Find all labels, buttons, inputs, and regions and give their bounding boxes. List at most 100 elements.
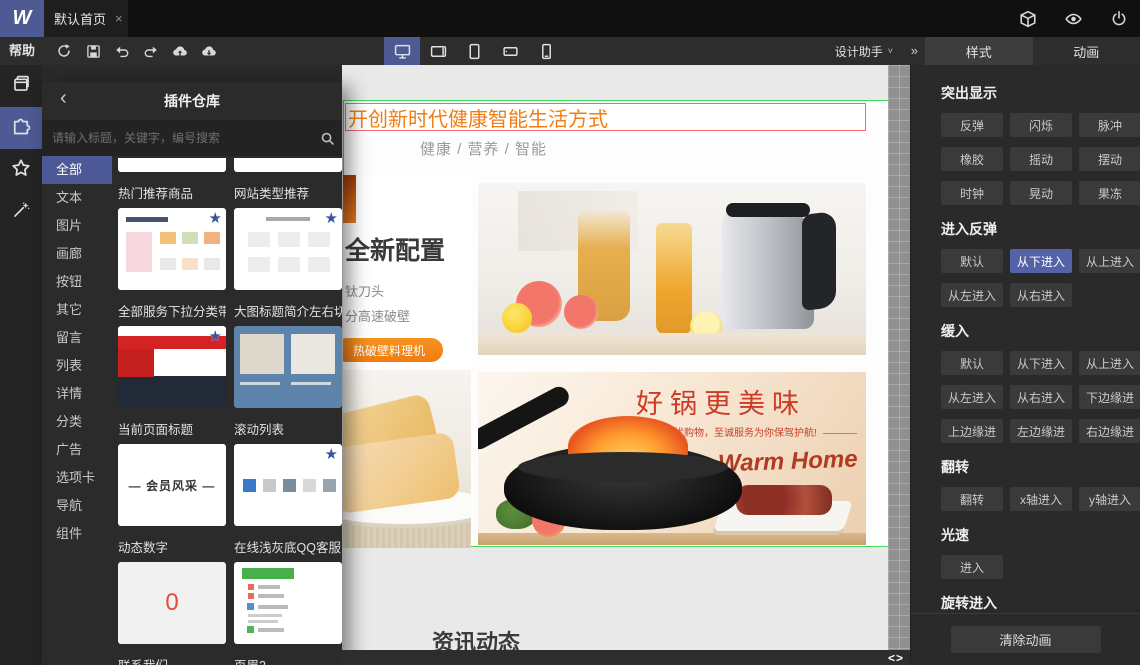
category-分类[interactable]: 分类 bbox=[42, 408, 112, 436]
anim-button-从下进入[interactable]: 从下进入 bbox=[1010, 351, 1072, 375]
category-全部[interactable]: 全部 bbox=[42, 156, 112, 184]
plugin-card-preview[interactable]: ★ bbox=[234, 208, 342, 290]
tab-animation[interactable]: 动画 bbox=[1033, 37, 1140, 65]
anim-button-左边缘进[interactable]: 左边缘进 bbox=[1010, 419, 1072, 443]
page-tab[interactable]: 默认首页 × bbox=[44, 0, 128, 37]
back-chevron-icon[interactable]: ‹ bbox=[60, 87, 67, 110]
app-root: W 默认首页 × 帮助 设计助手 ˅ » 样式 动画 开创新时代健康智能生活方式… bbox=[0, 0, 1140, 665]
sidebar-item-tools[interactable] bbox=[0, 191, 42, 233]
cloud-upload-icon[interactable] bbox=[171, 42, 189, 60]
plugin-item[interactable]: 页眉2 bbox=[234, 644, 342, 665]
anim-button-时钟[interactable]: 时钟 bbox=[941, 181, 1003, 205]
category-其它[interactable]: 其它 bbox=[42, 296, 112, 324]
anim-button-摇动[interactable]: 摇动 bbox=[1010, 147, 1072, 171]
category-图片[interactable]: 图片 bbox=[42, 212, 112, 240]
sidebar-item-pages[interactable] bbox=[0, 65, 42, 107]
anim-button-从左进入[interactable]: 从左进入 bbox=[941, 283, 1003, 307]
canvas-scrollbar[interactable] bbox=[888, 65, 910, 650]
design-assistant-dropdown[interactable]: 设计助手 ˅ bbox=[835, 37, 893, 65]
device-phone-landscape-button[interactable] bbox=[492, 37, 528, 65]
anim-button-晃动[interactable]: 晃动 bbox=[1010, 181, 1072, 205]
save-icon[interactable] bbox=[84, 42, 102, 60]
clear-animation-button[interactable]: 清除动画 bbox=[950, 626, 1101, 653]
help-button[interactable]: 帮助 bbox=[9, 37, 35, 65]
collapse-panel-button[interactable]: » bbox=[911, 37, 918, 65]
power-icon[interactable] bbox=[1110, 10, 1128, 28]
category-画廊[interactable]: 画廊 bbox=[42, 240, 112, 268]
anim-button-从左进入[interactable]: 从左进入 bbox=[941, 385, 1003, 409]
plugin-card-partial[interactable] bbox=[234, 158, 342, 172]
device-tablet-portrait-button[interactable] bbox=[456, 37, 492, 65]
device-desktop-button[interactable] bbox=[384, 37, 420, 65]
product-button[interactable]: 热破壁料理机 bbox=[343, 338, 443, 362]
code-view-icon[interactable]: <> bbox=[888, 651, 904, 665]
category-文本[interactable]: 文本 bbox=[42, 184, 112, 212]
category-选项卡[interactable]: 选项卡 bbox=[42, 464, 112, 492]
anim-button-从上进入[interactable]: 从上进入 bbox=[1079, 351, 1140, 375]
design-canvas[interactable]: 开创新时代健康智能生活方式 健康 / 营养 / 智能 全新配置 钛刀头 分高速破… bbox=[342, 65, 910, 650]
plugin-item[interactable]: 全部服务下拉分类带... ★ bbox=[118, 290, 226, 408]
wok-banner-image[interactable]: 好锅更美味 无忧购物，至诚服务为你保驾护航! Warm Home bbox=[478, 372, 866, 545]
anim-button-从右进入[interactable]: 从右进入 bbox=[1010, 283, 1072, 307]
category-按钮[interactable]: 按钮 bbox=[42, 268, 112, 296]
plugin-card-preview[interactable]: ★ bbox=[118, 326, 226, 408]
anim-button-脉冲[interactable]: 脉冲 bbox=[1079, 113, 1140, 137]
device-phone-portrait-button[interactable] bbox=[528, 37, 564, 65]
undo-icon[interactable] bbox=[113, 42, 131, 60]
anim-button-橡胶[interactable]: 橡胶 bbox=[941, 147, 1003, 171]
plugin-item[interactable]: 联系我们 bbox=[118, 644, 226, 665]
anim-button-默认[interactable]: 默认 bbox=[941, 249, 1003, 273]
sidebar-item-favorites[interactable] bbox=[0, 149, 42, 191]
anim-button-反弹[interactable]: 反弹 bbox=[941, 113, 1003, 137]
anim-button-默认[interactable]: 默认 bbox=[941, 351, 1003, 375]
category-组件[interactable]: 组件 bbox=[42, 520, 112, 548]
toast-image[interactable] bbox=[343, 370, 471, 548]
cloud-download-icon[interactable] bbox=[200, 42, 218, 60]
anim-button-右边缘进[interactable]: 右边缘进 bbox=[1079, 419, 1140, 443]
anim-button-从右进入[interactable]: 从右进入 bbox=[1010, 385, 1072, 409]
anim-button-进入[interactable]: 进入 bbox=[941, 555, 1003, 579]
category-导航[interactable]: 导航 bbox=[42, 492, 112, 520]
anim-button-下边缘进[interactable]: 下边缘进 bbox=[1079, 385, 1140, 409]
anim-button-从下进入[interactable]: 从下进入 bbox=[1010, 249, 1072, 273]
anim-button-果冻[interactable]: 果冻 bbox=[1079, 181, 1140, 205]
plugin-card-partial[interactable] bbox=[118, 158, 226, 172]
plugin-item[interactable]: 动态数字 0 bbox=[118, 526, 226, 644]
anim-button-翻转[interactable]: 翻转 bbox=[941, 487, 1003, 511]
redo-icon[interactable] bbox=[142, 42, 160, 60]
plugin-card-preview[interactable]: ★ bbox=[234, 444, 342, 526]
plugin-item[interactable]: 热门推荐商品 ★ bbox=[118, 172, 226, 290]
plugin-card-preview[interactable] bbox=[234, 562, 342, 644]
kettle-banner-image[interactable] bbox=[478, 183, 866, 355]
anim-button-闪烁[interactable]: 闪烁 bbox=[1010, 113, 1072, 137]
anim-button-上边缘进[interactable]: 上边缘进 bbox=[941, 419, 1003, 443]
plugin-card-preview[interactable]: — 会员风采 — bbox=[118, 444, 226, 526]
category-留言[interactable]: 留言 bbox=[42, 324, 112, 352]
anim-button-y轴进入[interactable]: y轴进入 bbox=[1079, 487, 1140, 511]
category-详情[interactable]: 详情 bbox=[42, 380, 112, 408]
sidebar-item-plugins[interactable] bbox=[0, 107, 42, 149]
plugin-item[interactable]: 当前页面标题 — 会员风采 — bbox=[118, 408, 226, 526]
tab-style[interactable]: 样式 bbox=[925, 37, 1033, 65]
category-广告[interactable]: 广告 bbox=[42, 436, 112, 464]
plugin-item[interactable]: 网站类型推荐 ★ bbox=[234, 172, 342, 290]
product-text-block[interactable]: 全新配置 钛刀头 分高速破壁 热破壁料理机 bbox=[343, 175, 471, 370]
anim-button-x轴进入[interactable]: x轴进入 bbox=[1010, 487, 1072, 511]
plugin-card-preview[interactable]: 0 bbox=[118, 562, 226, 644]
selected-element-outline[interactable]: 开创新时代健康智能生活方式 bbox=[345, 103, 866, 131]
anim-button-从上进入[interactable]: 从上进入 bbox=[1079, 249, 1140, 273]
plugin-item[interactable]: 在线浅灰底QQ客服 bbox=[234, 526, 342, 644]
close-icon[interactable]: × bbox=[115, 11, 123, 26]
device-tablet-landscape-button[interactable] bbox=[420, 37, 456, 65]
plugin-card-preview[interactable]: ★ bbox=[118, 208, 226, 290]
plugin-item[interactable]: 滚动列表 ★ bbox=[234, 408, 342, 526]
plugin-card-preview[interactable] bbox=[234, 326, 342, 408]
category-列表[interactable]: 列表 bbox=[42, 352, 112, 380]
refresh-icon[interactable] bbox=[55, 42, 73, 60]
plugin-item[interactable]: 大图标题简介左右切... bbox=[234, 290, 342, 408]
search-icon[interactable] bbox=[312, 131, 342, 146]
components-cube-icon[interactable] bbox=[1019, 10, 1037, 28]
preview-eye-icon[interactable] bbox=[1064, 10, 1083, 28]
search-input[interactable] bbox=[42, 131, 312, 145]
anim-button-摆动[interactable]: 摆动 bbox=[1079, 147, 1140, 171]
